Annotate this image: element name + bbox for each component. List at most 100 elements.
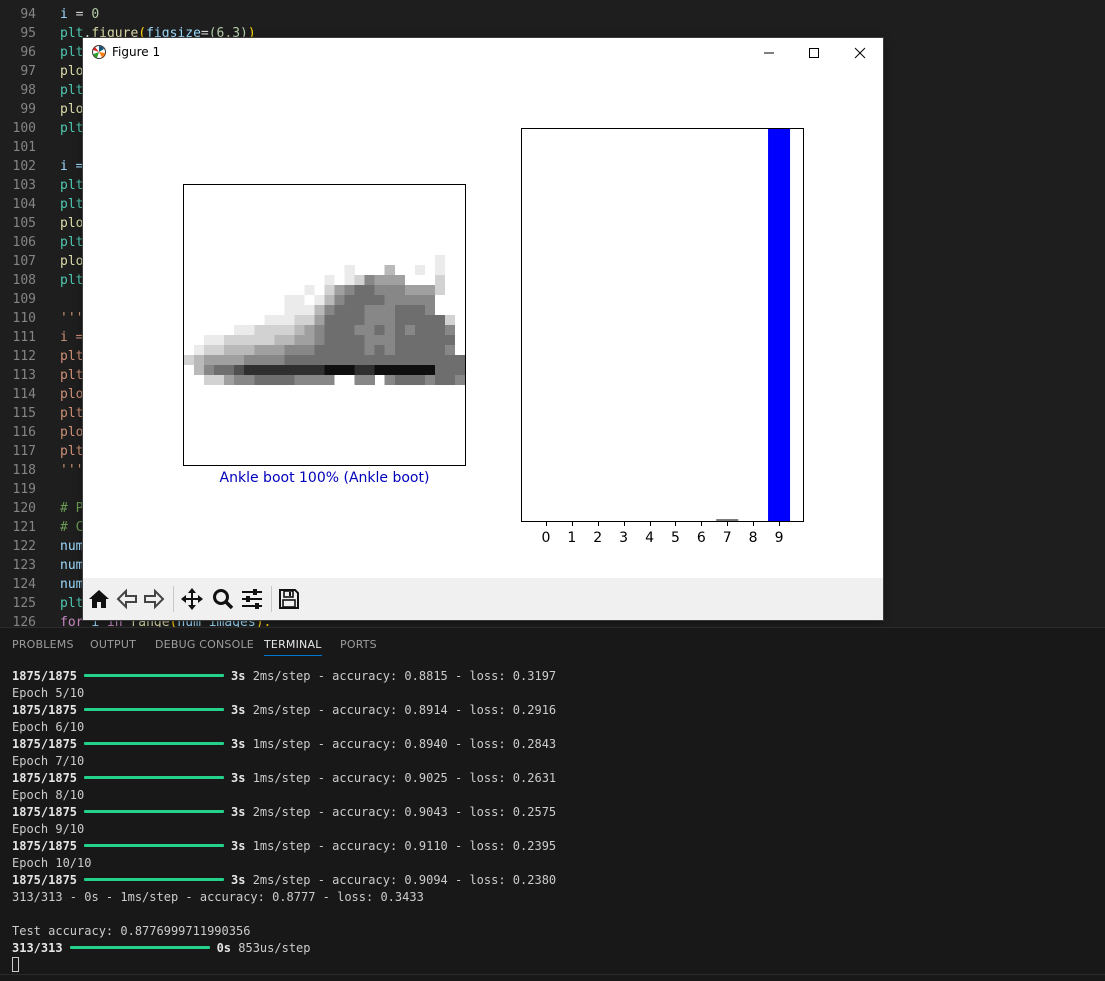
maximize-button[interactable] bbox=[791, 38, 837, 68]
step-count: 313/313 bbox=[12, 941, 63, 955]
line-number: 104 bbox=[12, 197, 36, 212]
image-pixel bbox=[354, 375, 365, 386]
zoom-button[interactable] bbox=[209, 584, 237, 614]
image-pixel bbox=[444, 325, 456, 336]
image-pixel bbox=[234, 345, 245, 356]
image-pixel bbox=[424, 355, 436, 366]
back-arrow-icon bbox=[116, 588, 137, 610]
line-number: 100 bbox=[12, 121, 36, 136]
forward-button[interactable] bbox=[140, 584, 168, 614]
line-number: 117 bbox=[12, 444, 36, 459]
image-pixel bbox=[304, 335, 315, 346]
code-token: plt bbox=[60, 596, 84, 611]
bar-class-9 bbox=[768, 129, 791, 521]
line-number: 106 bbox=[12, 235, 36, 250]
image-pixel bbox=[404, 375, 416, 386]
image-pixel bbox=[214, 375, 225, 386]
image-pixel bbox=[374, 335, 385, 346]
image-pixel bbox=[404, 345, 416, 356]
image-pixel bbox=[354, 315, 365, 326]
pan-button[interactable] bbox=[178, 584, 206, 614]
code-token: plt bbox=[60, 83, 84, 98]
image-pixel bbox=[284, 295, 295, 306]
image-pixel bbox=[354, 285, 365, 296]
image-pixel bbox=[314, 345, 325, 356]
configure-subplots-icon bbox=[242, 589, 262, 609]
image-pixel bbox=[254, 365, 265, 376]
title-bar[interactable]: Figure 1 bbox=[83, 38, 883, 68]
step-time: 0s bbox=[216, 941, 232, 955]
figure-canvas[interactable]: Ankle boot 100% (Ankle boot) 0123456789 bbox=[83, 68, 883, 578]
code-line[interactable]: 94 i = 0 bbox=[0, 5, 1105, 24]
image-pixel bbox=[194, 345, 205, 356]
image-pixel bbox=[294, 365, 305, 376]
configure-subplots-button[interactable] bbox=[238, 584, 266, 614]
image-pixel bbox=[334, 355, 345, 366]
image-pixel bbox=[384, 265, 395, 276]
image-pixel bbox=[224, 375, 235, 386]
terminal-line: Epoch 6/10 bbox=[12, 720, 85, 734]
image-pixel bbox=[434, 315, 446, 326]
image-pixel bbox=[344, 315, 355, 326]
code-token: num bbox=[60, 539, 84, 554]
image-pixel bbox=[324, 305, 335, 316]
image-pixel bbox=[404, 355, 416, 366]
image-pixel bbox=[244, 325, 255, 336]
line-number: 96 bbox=[20, 45, 36, 60]
image-pixel bbox=[304, 285, 315, 296]
back-button[interactable] bbox=[113, 584, 141, 614]
tab-ports[interactable]: PORTS bbox=[340, 638, 377, 651]
x-tick-label: 7 bbox=[722, 530, 732, 546]
step-count: 1875/1875 bbox=[12, 703, 78, 717]
code-token: ''' bbox=[60, 311, 84, 326]
toolbar-separator bbox=[271, 586, 272, 612]
step-time: 3s bbox=[231, 873, 246, 887]
step-time: 3s bbox=[231, 839, 246, 853]
code-text: plo bbox=[60, 252, 83, 271]
line-number: 108 bbox=[12, 273, 36, 288]
image-pixel bbox=[304, 375, 315, 386]
tab-output[interactable]: OUTPUT bbox=[90, 638, 136, 651]
image-pixel bbox=[294, 335, 305, 346]
x-tick-label: 1 bbox=[567, 530, 577, 546]
x-tick-mark bbox=[701, 522, 703, 526]
x-tick-mark bbox=[597, 522, 599, 526]
code-token: plt bbox=[60, 45, 84, 60]
image-pixel bbox=[324, 315, 335, 326]
image-pixel bbox=[414, 345, 426, 356]
image-pixel bbox=[284, 335, 295, 346]
image-axes bbox=[183, 184, 466, 466]
image-pixel bbox=[384, 295, 395, 306]
image-pixel bbox=[414, 375, 426, 386]
image-pixel bbox=[274, 315, 285, 326]
step-time: 3s bbox=[231, 771, 246, 785]
save-button[interactable] bbox=[275, 584, 303, 614]
code-text: plt bbox=[60, 119, 83, 138]
home-button[interactable] bbox=[85, 584, 113, 614]
image-pixel bbox=[214, 355, 225, 366]
terminal-line: 1875/1875 3s 2ms/step - accuracy: 0.8914 … bbox=[12, 702, 556, 719]
terminal-cursor bbox=[12, 957, 19, 972]
home-icon bbox=[89, 590, 109, 608]
image-pixel bbox=[264, 315, 275, 326]
image-pixel bbox=[414, 285, 426, 296]
close-button[interactable] bbox=[837, 38, 883, 68]
image-pixel bbox=[264, 325, 275, 336]
image-pixel bbox=[284, 345, 295, 356]
image-pixel bbox=[394, 315, 405, 326]
code-token: plo bbox=[60, 254, 84, 269]
image-pixel bbox=[204, 345, 215, 356]
tab-debug-console[interactable]: DEBUG CONSOLE bbox=[155, 638, 254, 651]
image-pixel bbox=[394, 355, 405, 366]
zoom-icon bbox=[213, 589, 234, 610]
image-pixel bbox=[234, 355, 245, 366]
code-text: plt bbox=[60, 347, 83, 366]
tab-problems[interactable]: PROBLEMS bbox=[12, 638, 74, 651]
image-pixel bbox=[404, 335, 416, 346]
progress-bar bbox=[84, 844, 225, 847]
tab-terminal[interactable]: TERMINAL bbox=[264, 638, 322, 656]
image-pixel bbox=[424, 375, 436, 386]
minimize-button[interactable] bbox=[746, 38, 792, 68]
image-pixel bbox=[384, 335, 395, 346]
image-pixel bbox=[414, 335, 426, 346]
